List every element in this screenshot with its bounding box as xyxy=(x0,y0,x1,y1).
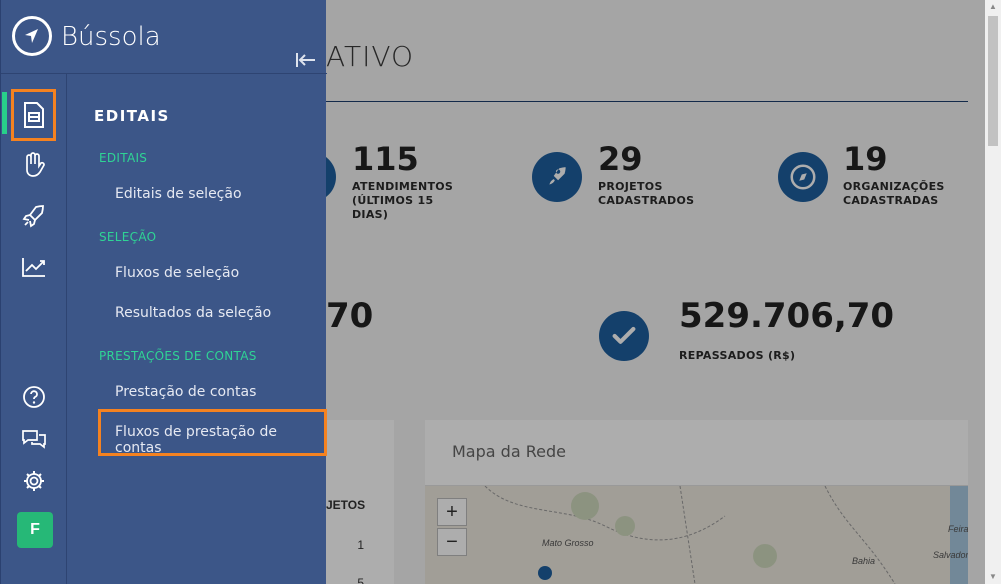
page-scrollbar[interactable]: ▲ ▼ xyxy=(985,0,1001,584)
collapse-sidebar-icon[interactable] xyxy=(295,50,317,70)
app-name: Bússola xyxy=(61,22,161,52)
menu-item-prestacao-contas[interactable]: Prestação de contas xyxy=(115,384,256,400)
menu-title: EDITAIS xyxy=(94,107,170,125)
scroll-down-icon[interactable]: ▼ xyxy=(988,572,998,582)
menu-item-resultados-selecao[interactable]: Resultados da seleção xyxy=(115,305,271,321)
section-editais: EDITAIS xyxy=(99,151,148,165)
active-indicator xyxy=(2,92,7,134)
hand-heart-icon[interactable] xyxy=(17,148,51,182)
documents-icon[interactable] xyxy=(17,98,51,132)
icon-rail: F xyxy=(1,74,67,584)
chart-trend-icon[interactable] xyxy=(17,250,51,284)
rocket-icon[interactable] xyxy=(17,199,51,233)
user-avatar[interactable]: F xyxy=(17,512,53,548)
section-prestacoes: PRESTAÇÕES DE CONTAS xyxy=(99,349,257,363)
submenu-panel: EDITAIS EDITAIS Editais de seleção SELEÇ… xyxy=(68,74,327,584)
brand-header: Bússola xyxy=(1,0,327,74)
menu-item-editais-selecao[interactable]: Editais de seleção xyxy=(115,186,242,202)
sidebar: Bússola F EDITAIS EDITAIS Editais de sel… xyxy=(0,0,327,584)
scroll-thumb[interactable] xyxy=(988,16,998,146)
compass-logo-icon xyxy=(12,16,52,56)
chat-icon[interactable] xyxy=(17,422,51,456)
menu-item-fluxos-selecao[interactable]: Fluxos de seleção xyxy=(115,265,239,281)
gear-icon[interactable] xyxy=(17,464,51,498)
help-icon[interactable] xyxy=(17,380,51,414)
highlight-box xyxy=(98,409,327,456)
scroll-up-icon[interactable]: ▲ xyxy=(988,2,998,12)
section-selecao: SELEÇÃO xyxy=(99,230,157,244)
